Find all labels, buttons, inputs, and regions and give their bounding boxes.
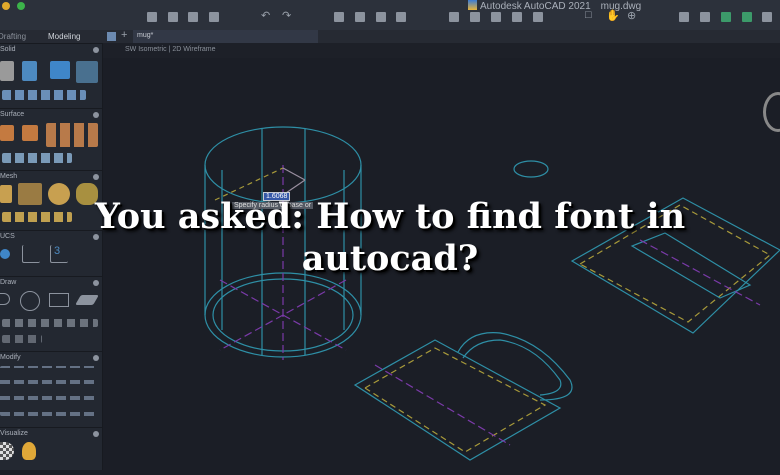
tab-modeling[interactable]: Modeling <box>48 32 80 41</box>
circle-icon[interactable] <box>20 291 40 311</box>
hatch-icon[interactable] <box>75 295 99 305</box>
rectangle-icon[interactable] <box>49 293 69 307</box>
solid-tools-icon[interactable] <box>76 61 98 83</box>
mesh-box-icon[interactable] <box>0 185 12 203</box>
modify-tools[interactable] <box>0 366 98 416</box>
toolbar-icon-5[interactable] <box>762 12 772 22</box>
panel-modify: Modify <box>0 351 103 427</box>
open-icon[interactable] <box>168 12 178 22</box>
workspace-tabs: Drafting Modeling <box>0 30 103 43</box>
panel-settings-icon[interactable] <box>93 355 99 361</box>
mesh-smooth-icon[interactable] <box>18 183 42 205</box>
pan-icon[interactable]: ✋ <box>606 9 620 22</box>
surface-blend-icon[interactable] <box>22 125 38 141</box>
surface-network-icon[interactable] <box>0 125 14 141</box>
panel-settings-icon[interactable] <box>93 280 99 286</box>
toolbar-icon-2[interactable] <box>700 12 710 22</box>
visual-style-label[interactable]: 2D Wireframe <box>172 46 215 53</box>
draw-small-tools[interactable] <box>2 319 98 327</box>
undo-icon[interactable]: ↶ <box>261 9 270 22</box>
surface-small-tools[interactable] <box>2 153 72 163</box>
box-icon[interactable] <box>0 61 14 81</box>
solid-small-tools[interactable] <box>2 90 86 100</box>
toolbar-icon-1[interactable] <box>679 12 689 22</box>
panel-settings-icon[interactable] <box>93 174 99 180</box>
polyline-icon[interactable] <box>0 293 10 305</box>
block-icon[interactable] <box>512 12 522 22</box>
title-bar: Autodesk AutoCAD 2021 mug.dwg ↶ ↷ □ ✋ ⊕ <box>0 0 780 30</box>
autocad-logo-icon <box>468 0 477 10</box>
layer-icon[interactable] <box>449 12 459 22</box>
redo-icon[interactable]: ↷ <box>282 9 291 22</box>
save-as-icon[interactable] <box>209 12 219 22</box>
panel-settings-icon[interactable] <box>93 47 99 53</box>
panel-label: Solid <box>0 46 16 53</box>
new-tab-icon[interactable]: + <box>121 29 127 41</box>
surface-tools[interactable] <box>46 123 98 147</box>
minimize-window-button[interactable] <box>2 2 10 10</box>
draw-small-tools-2[interactable] <box>2 335 42 343</box>
panel-label: Visualize <box>0 430 28 437</box>
maximize-window-button[interactable] <box>17 2 25 10</box>
material-icon[interactable] <box>0 442 14 460</box>
panel-label: UCS <box>0 233 15 240</box>
panel-settings-icon[interactable] <box>93 431 99 437</box>
match-layer-icon[interactable] <box>491 12 501 22</box>
grid-view-icon[interactable] <box>107 32 116 41</box>
panel-settings-icon[interactable] <box>93 112 99 118</box>
headline-overlay: You asked: How to find font in autocad? <box>94 196 686 279</box>
panel-label: Mesh <box>0 173 18 180</box>
app-title: Autodesk AutoCAD 2021 <box>480 1 591 12</box>
plot-icon[interactable] <box>334 12 344 22</box>
zoom-window-icon[interactable]: □ <box>585 9 592 21</box>
light-icon[interactable] <box>22 442 36 460</box>
new-icon[interactable] <box>147 12 157 22</box>
panel-label: Surface <box>0 111 25 118</box>
toolbar-icon-4[interactable] <box>742 12 752 22</box>
panel-visualize: Visualize <box>0 427 103 470</box>
panel-label: Modify <box>0 354 21 361</box>
insert-icon[interactable] <box>533 12 543 22</box>
save-icon[interactable] <box>188 12 198 22</box>
document-tabs: + mug* <box>103 29 780 43</box>
toolbar-icon-3[interactable] <box>721 12 731 22</box>
publish-icon[interactable] <box>376 12 386 22</box>
layer-state-icon[interactable] <box>470 12 480 22</box>
tab-mug[interactable]: mug* <box>133 30 318 43</box>
view-label[interactable]: SW Isometric <box>125 46 167 53</box>
viewport-controls: SW Isometric | 2D Wireframe <box>103 43 780 58</box>
panel-solid: Solid <box>0 43 103 108</box>
ucs-icon[interactable] <box>22 245 40 263</box>
orbit-icon[interactable]: ⊕ <box>627 9 636 22</box>
panel-label: Draw <box>0 279 17 286</box>
plot-preview-icon[interactable] <box>355 12 365 22</box>
panel-surface: Surface <box>0 108 103 170</box>
cylinder-icon[interactable] <box>22 61 37 81</box>
extrude-icon[interactable] <box>50 61 70 79</box>
world-ucs-icon[interactable] <box>0 249 10 259</box>
properties-icon[interactable] <box>396 12 406 22</box>
mug-iso-left <box>353 332 573 461</box>
tab-drafting[interactable]: Drafting <box>0 32 26 41</box>
panel-draw: Draw <box>0 276 103 351</box>
